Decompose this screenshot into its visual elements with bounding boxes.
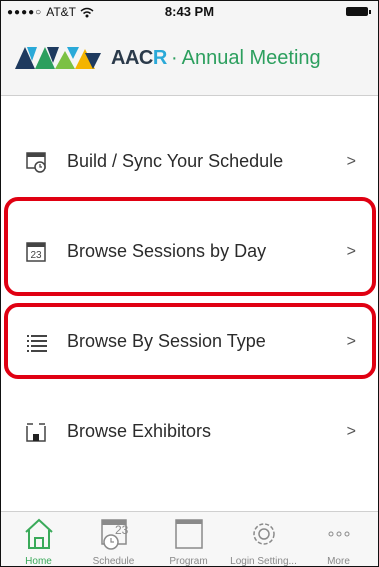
status-time: 8:43 PM — [164, 4, 215, 19]
highlight-box-session-type — [4, 303, 376, 379]
tab-login-settings[interactable]: Login Setting... — [226, 512, 301, 566]
tab-program[interactable]: Program — [151, 512, 226, 566]
app-header: AACR · Annual Meeting — [1, 23, 378, 96]
booth-icon — [26, 423, 46, 442]
conference-logo-icon — [15, 47, 101, 69]
brand-logo-text: AACR — [111, 47, 167, 69]
menu-item-exhibitors[interactable]: Browse Exhibitors > — [1, 387, 378, 477]
page-title: · Annual Meeting — [171, 47, 321, 69]
settings-gear-icon — [252, 523, 275, 545]
tab-schedule[interactable]: 23 Schedule — [76, 512, 151, 566]
calendar-clock-icon — [26, 152, 46, 173]
menu-item-build-schedule[interactable]: Build / Sync Your Schedule > — [1, 117, 378, 207]
chevron-right-icon: > — [346, 153, 356, 170]
status-bar: ●●●●○ AT&T 8:43 PM — [1, 1, 378, 23]
more-dots-icon — [328, 531, 349, 537]
home-icon — [24, 518, 53, 549]
app-screen: ●●●●○ AT&T 8:43 PM AACR · Annual Meeting… — [0, 0, 379, 567]
tab-more[interactable]: More — [301, 512, 376, 566]
program-icon — [174, 519, 203, 549]
home-menu: Build / Sync Your Schedule > 23 Browse S… — [1, 117, 378, 477]
battery-icon — [346, 7, 371, 16]
tab-home[interactable]: Home — [1, 512, 76, 566]
chevron-right-icon: > — [346, 423, 356, 440]
menu-item-label: Build / Sync Your Schedule — [67, 151, 284, 171]
menu-item-label: Browse Exhibitors — [67, 421, 212, 441]
tab-bar: Home 23 Schedule Program Login Setting..… — [1, 511, 378, 566]
highlight-box-sessions-by-day — [4, 197, 376, 296]
schedule-badge: 23 — [115, 523, 129, 537]
